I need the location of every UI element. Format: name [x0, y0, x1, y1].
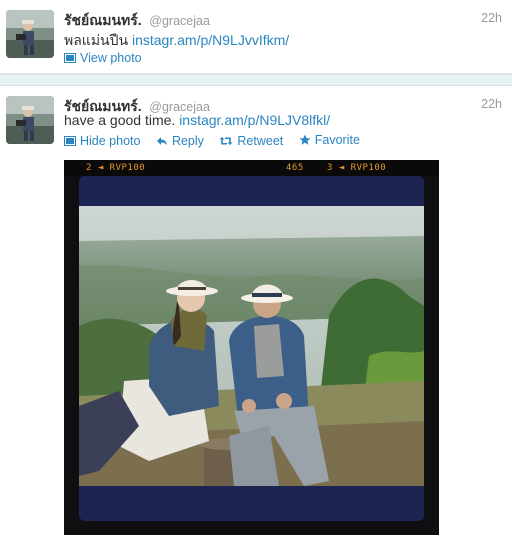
tweet[interactable]: รัชย์ณมนทร์. @gracejaa 22h have a good t…: [0, 86, 512, 537]
retweet-icon: [219, 137, 233, 145]
tweet-header: รัชย์ณมนทร์. @gracejaa 22h: [64, 10, 504, 28]
view-photo-label: View photo: [80, 51, 142, 65]
film-strip: 2 ◄ RVP100 465 3 ◄ RVP100: [64, 160, 439, 176]
timestamp[interactable]: 22h: [481, 97, 502, 111]
hide-photo-button[interactable]: Hide photo: [64, 134, 140, 148]
retweet-button[interactable]: Retweet: [219, 134, 283, 148]
timeline-separator: [0, 74, 512, 86]
film-label-left: 2 ◄ RVP100: [86, 163, 146, 173]
tweet-text-body: พลแม่นปืน: [64, 32, 129, 48]
photo-icon: [64, 136, 76, 146]
favorite-label: Favorite: [314, 133, 360, 147]
film-label-number: 465: [286, 163, 304, 173]
favorite-button[interactable]: Favorite: [299, 133, 360, 147]
reply-icon: [156, 137, 167, 146]
tweet[interactable]: รัชย์ณมนทร์. @gracejaa 22h พลแม่นปืน ins…: [0, 0, 512, 74]
fullname[interactable]: รัชย์ณมนทร์.: [64, 12, 142, 28]
photo-media[interactable]: 2 ◄ RVP100 465 3 ◄ RVP100: [64, 160, 439, 535]
film-label-right: 3 ◄ RVP100: [327, 163, 387, 173]
tweet-actions: View photo: [64, 51, 154, 66]
tweet-text: พลแม่นปืน instagr.am/p/N9LJvvIfkm/: [64, 30, 289, 52]
photo-link[interactable]: instagr.am/p/N9LJvvIfkm/: [132, 32, 289, 48]
avatar[interactable]: [6, 96, 54, 144]
timestamp[interactable]: 22h: [481, 11, 502, 25]
hide-photo-label: Hide photo: [80, 134, 141, 148]
username[interactable]: @gracejaa: [149, 14, 210, 28]
reply-label: Reply: [171, 134, 204, 148]
photo-frame: [79, 176, 424, 521]
photo-link[interactable]: instagr.am/p/N9LJV8lfkl/: [179, 112, 330, 128]
photo-image: [79, 206, 424, 486]
tweet-text-body: have a good time.: [64, 112, 176, 128]
view-photo-button[interactable]: View photo: [64, 51, 142, 65]
reply-button[interactable]: Reply: [156, 134, 204, 148]
tweet-actions: Hide photo Reply Retweet Favorite: [64, 133, 372, 149]
star-icon: [299, 134, 311, 145]
tweet-text: have a good time. instagr.am/p/N9LJV8lfk…: [64, 112, 330, 128]
avatar[interactable]: [6, 10, 54, 58]
retweet-label: Retweet: [237, 134, 284, 148]
photo-icon: [64, 53, 76, 63]
